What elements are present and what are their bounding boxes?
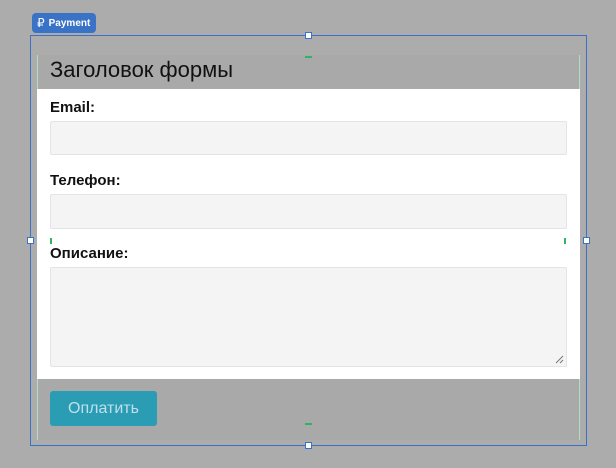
- resize-handle-bottom[interactable]: [305, 442, 312, 449]
- resize-handle-left[interactable]: [27, 237, 34, 244]
- padding-marker-left: [50, 238, 52, 244]
- padding-marker-right: [564, 238, 566, 244]
- pay-button[interactable]: Оплатить: [50, 391, 157, 426]
- email-label: Email:: [50, 99, 96, 116]
- description-label: Описание:: [50, 245, 129, 262]
- phone-field[interactable]: [50, 194, 567, 229]
- description-textarea[interactable]: [50, 267, 567, 367]
- email-field[interactable]: [50, 121, 567, 155]
- padding-marker-top: [305, 56, 312, 58]
- component-badge[interactable]: ₽ Payment: [32, 13, 97, 33]
- badge-label: Payment: [48, 17, 91, 29]
- resize-handle-right[interactable]: [583, 237, 590, 244]
- form-title: Заголовок формы: [50, 57, 234, 82]
- phone-label: Телефон:: [50, 172, 121, 189]
- resize-handle-top[interactable]: [305, 32, 312, 39]
- form-fields: Email: Телефон: Описание:: [37, 89, 580, 379]
- padding-marker-bottom: [305, 423, 312, 425]
- textarea-resize-grip-icon[interactable]: [555, 355, 564, 364]
- ruble-icon: ₽: [37, 16, 45, 30]
